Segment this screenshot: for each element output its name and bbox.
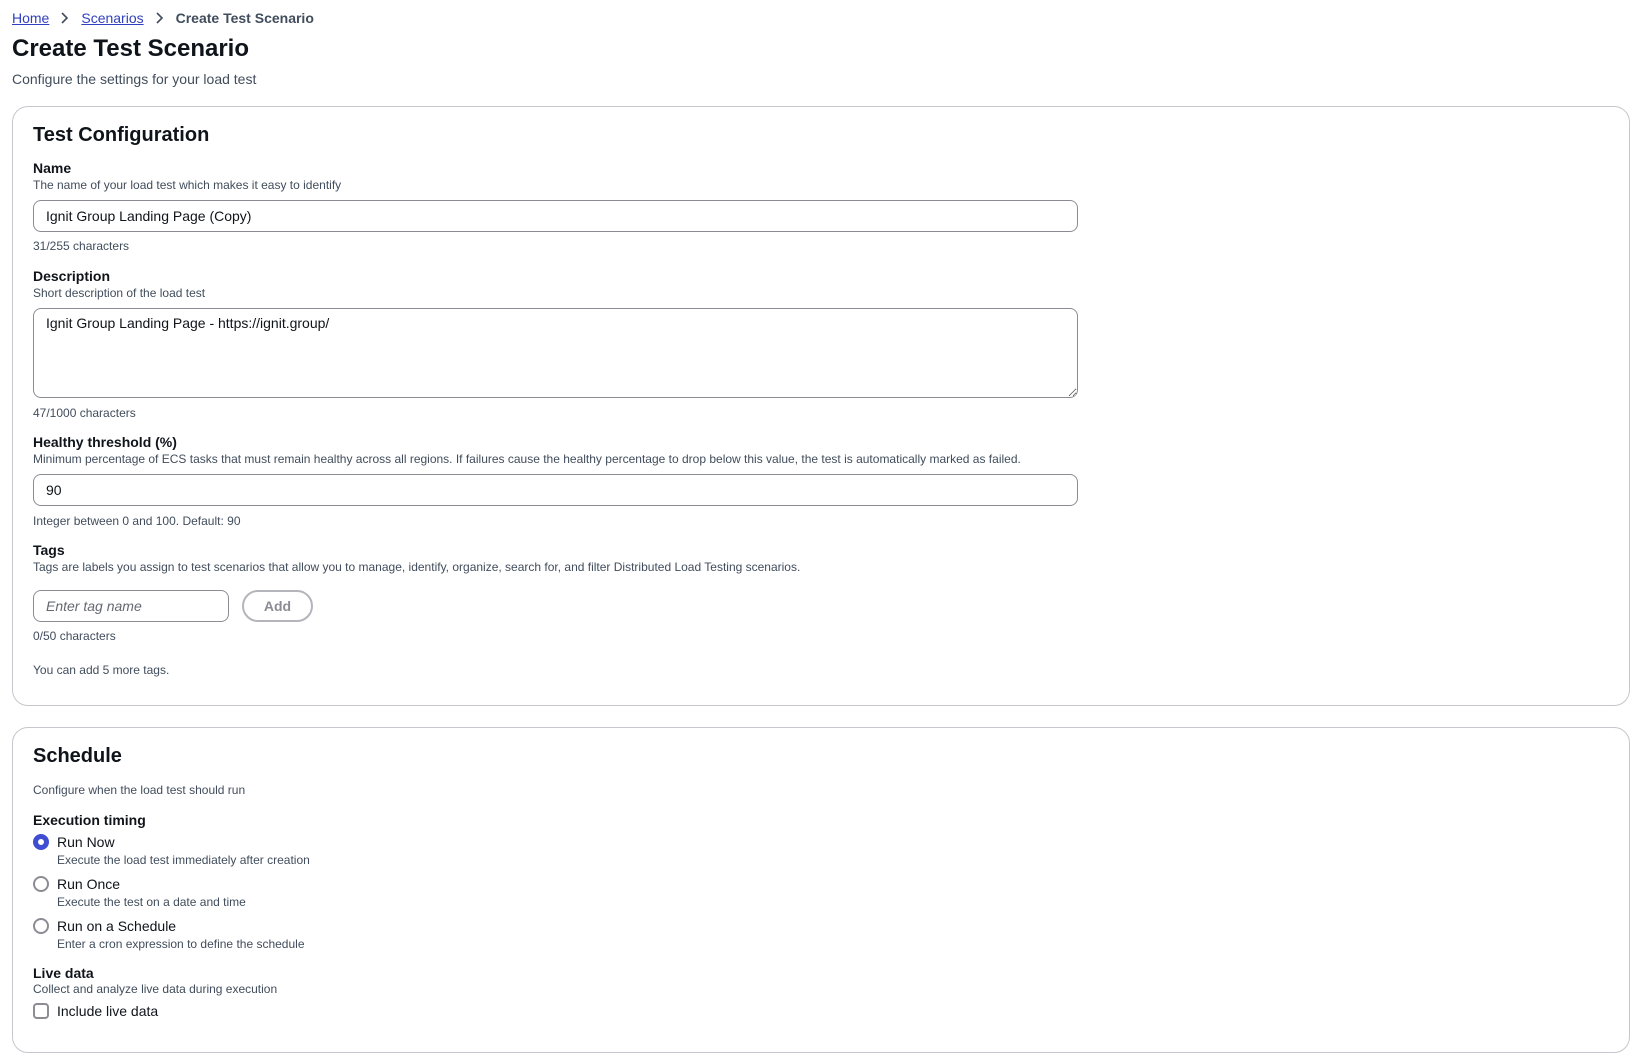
name-char-counter: 31/255 characters bbox=[33, 239, 130, 253]
schedule-description: Configure when the load test should run bbox=[33, 783, 246, 797]
breadcrumb-home-link[interactable]: Home bbox=[12, 10, 49, 26]
live-data-description: Collect and analyze live data during exe… bbox=[33, 982, 278, 996]
test-configuration-panel: Test Configuration Name The name of your… bbox=[12, 106, 1630, 706]
radio-run-on-schedule[interactable]: Run on a Schedule Enter a cron expressio… bbox=[33, 916, 633, 956]
page-subtitle: Configure the settings for your load tes… bbox=[12, 71, 257, 87]
name-input[interactable] bbox=[33, 200, 1078, 232]
tags-label: Tags bbox=[33, 542, 65, 558]
section-title-schedule: Schedule bbox=[33, 745, 122, 767]
radio-label: Run on a Schedule bbox=[57, 918, 177, 934]
tag-name-input[interactable] bbox=[33, 590, 229, 622]
description-label: Description bbox=[33, 268, 111, 284]
breadcrumb-current: Create Test Scenario bbox=[175, 10, 314, 26]
radio-label: Run Once bbox=[57, 876, 121, 892]
radio-description: Execute the test on a date and time bbox=[57, 895, 246, 909]
tags-description: Tags are labels you assign to test scena… bbox=[33, 560, 801, 574]
breadcrumb-scenarios-link[interactable]: Scenarios bbox=[81, 10, 143, 26]
add-tag-button[interactable]: Add bbox=[242, 590, 313, 622]
name-label: Name bbox=[33, 160, 72, 176]
live-data-label: Live data bbox=[33, 965, 94, 981]
healthy-threshold-input[interactable] bbox=[33, 474, 1078, 506]
description-char-counter: 47/1000 characters bbox=[33, 406, 136, 420]
chevron-right-icon bbox=[144, 12, 176, 24]
healthy-threshold-label: Healthy threshold (%) bbox=[33, 434, 177, 450]
checkbox-unchecked-icon[interactable] bbox=[33, 1003, 49, 1019]
page-title: Create Test Scenario bbox=[12, 35, 249, 62]
tag-char-counter: 0/50 characters bbox=[33, 629, 116, 643]
healthy-threshold-description: Minimum percentage of ECS tasks that mus… bbox=[33, 452, 1021, 466]
radio-unchecked-icon[interactable] bbox=[33, 876, 49, 892]
radio-run-now[interactable]: Run Now Execute the load test immediatel… bbox=[33, 832, 633, 872]
healthy-threshold-hint: Integer between 0 and 100. Default: 90 bbox=[33, 514, 241, 528]
radio-checked-icon[interactable] bbox=[33, 834, 49, 850]
schedule-panel: Schedule Configure when the load test sh… bbox=[12, 727, 1630, 1053]
radio-run-once[interactable]: Run Once Execute the test on a date and … bbox=[33, 874, 633, 914]
include-live-data-label: Include live data bbox=[57, 1003, 159, 1019]
section-title-test-configuration: Test Configuration bbox=[33, 124, 210, 146]
description-textarea[interactable]: Ignit Group Landing Page - https://ignit… bbox=[33, 308, 1078, 398]
radio-description: Enter a cron expression to define the sc… bbox=[57, 937, 305, 951]
radio-unchecked-icon[interactable] bbox=[33, 918, 49, 934]
radio-label: Run Now bbox=[57, 834, 115, 850]
name-description: The name of your load test which makes i… bbox=[33, 178, 342, 192]
radio-description: Execute the load test immediately after … bbox=[57, 853, 310, 867]
tags-remaining-text: You can add 5 more tags. bbox=[33, 663, 170, 677]
include-live-data-checkbox-row[interactable]: Include live data bbox=[33, 1001, 333, 1021]
chevron-right-icon bbox=[49, 12, 81, 24]
breadcrumb: Home Scenarios Create Test Scenario bbox=[12, 8, 314, 28]
execution-timing-label: Execution timing bbox=[33, 812, 146, 828]
description-help-text: Short description of the load test bbox=[33, 286, 206, 300]
